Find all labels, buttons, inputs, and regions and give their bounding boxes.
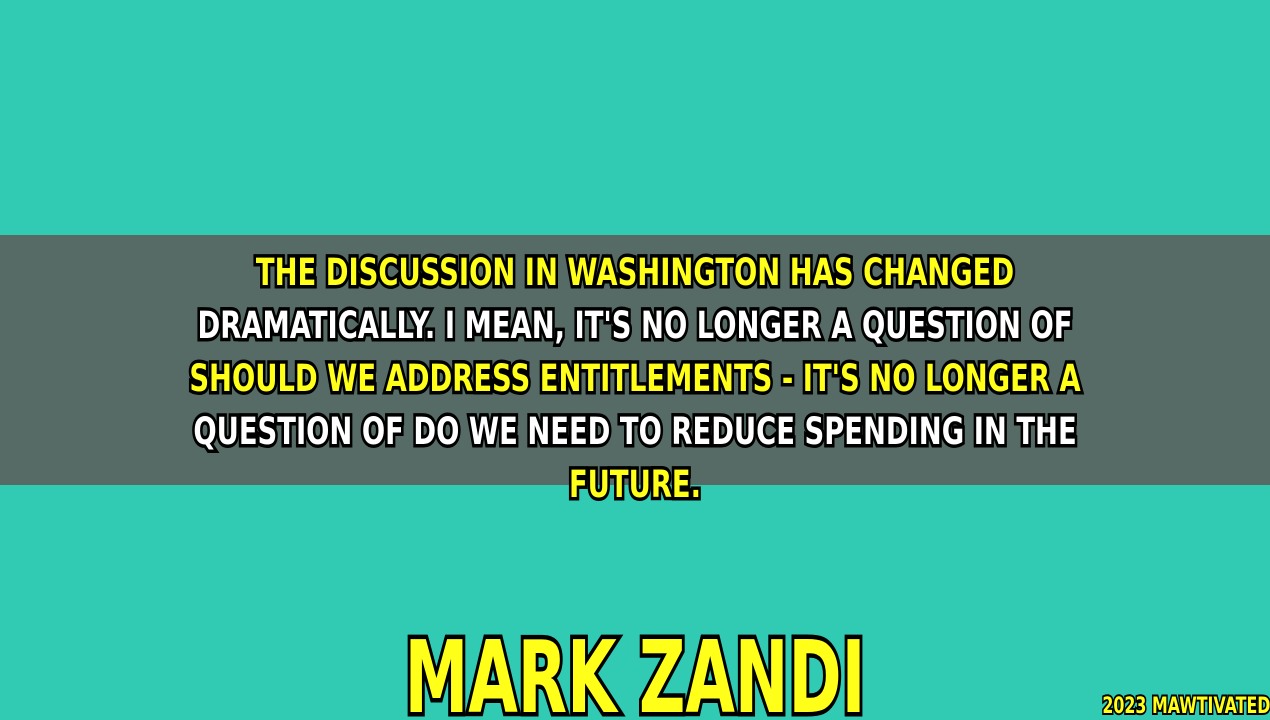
watermark-credit: 2023 MAWTIVATED: [1100, 692, 1270, 720]
quote-line-1: THE DISCUSSION IN WASHINGTON HAS CHANGED: [253, 248, 1016, 298]
author-name: MARK ZANDI: [402, 615, 869, 720]
quote-line-2: DRAMATICALLY. I MEAN, IT'S NO LONGER A Q…: [195, 301, 1075, 351]
quote-line-5: FUTURE.: [566, 460, 703, 510]
quote-line-3: SHOULD WE ADDRESS ENTITLEMENTS - IT'S NO…: [187, 354, 1084, 404]
quote-text: THE DISCUSSION IN WASHINGTON HAS CHANGED…: [165, 246, 1105, 511]
quote-line-4: QUESTION OF DO WE NEED TO REDUCE SPENDIN…: [191, 407, 1079, 457]
quote-image: THE DISCUSSION IN WASHINGTON HAS CHANGED…: [0, 0, 1270, 720]
